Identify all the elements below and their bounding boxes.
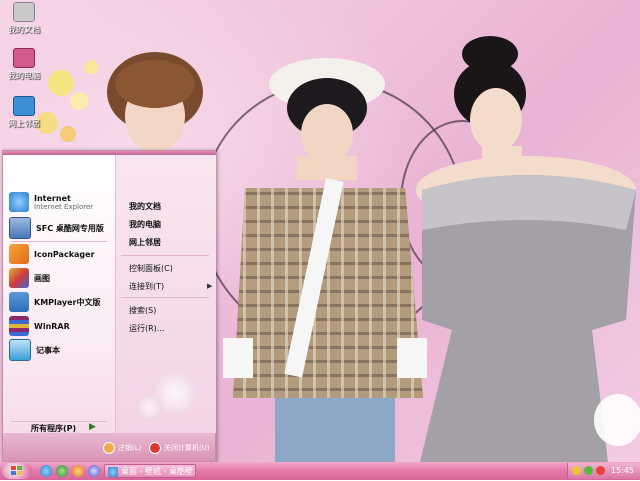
- right-item-search[interactable]: 搜索(S): [129, 305, 156, 316]
- taskbar-item-label: 桌面 - 壁纸 - 桌酷壁...: [121, 467, 196, 476]
- desktop-icon-label: 我的文档: [8, 25, 40, 34]
- right-item-my-computer[interactable]: 我的电脑: [129, 219, 161, 230]
- menu-separator: [121, 297, 209, 298]
- program-title: WinRAR: [34, 321, 70, 331]
- woman-middle-figure: [223, 58, 427, 462]
- quicklaunch-media-icon[interactable]: [72, 465, 84, 477]
- system-tray: 15:45: [567, 463, 640, 479]
- iconpackager-icon: [9, 244, 29, 264]
- program-winrar[interactable]: WinRAR: [9, 315, 113, 337]
- quicklaunch-show-desktop-icon[interactable]: [56, 465, 68, 477]
- taskbar-item-browser[interactable]: 桌面 - 壁纸 - 桌酷壁...: [104, 464, 196, 478]
- menu-separator: [121, 255, 209, 256]
- right-item-network-places[interactable]: 网上邻居: [129, 237, 161, 248]
- shutdown-label: 关闭计算机(U): [164, 444, 210, 452]
- taskbar: 桌面 - 壁纸 - 桌酷壁... 15:45: [0, 462, 640, 480]
- flower-decoration: [70, 92, 88, 110]
- desktop-icon-my-computer[interactable]: 我的电脑: [4, 48, 44, 81]
- woman-right-figure: [416, 36, 640, 462]
- flower-decoration: [135, 395, 163, 419]
- qq-tray-icon[interactable]: [572, 466, 581, 475]
- program-title: SFC 桌酷网专用版: [36, 223, 104, 233]
- program-title: 画图: [34, 273, 50, 283]
- paint-icon: [9, 268, 29, 288]
- desktop-icon-network-places[interactable]: 网上邻居: [4, 96, 44, 129]
- program-title: IconPackager: [34, 249, 95, 259]
- clock: 15:45: [610, 466, 634, 475]
- quicklaunch-ie-icon[interactable]: [40, 465, 52, 477]
- right-item-control-panel[interactable]: 控制面板(C): [129, 263, 173, 274]
- quicklaunch-player-icon[interactable]: [88, 465, 100, 477]
- program-title: 记事本: [36, 345, 60, 355]
- logoff-label: 注销(L): [118, 444, 142, 452]
- right-item-my-documents[interactable]: 我的文档: [129, 201, 161, 212]
- arrow-right-icon: ▶: [89, 422, 96, 432]
- right-item-run[interactable]: 运行(R)...: [129, 323, 164, 334]
- logoff-icon: [103, 442, 115, 454]
- menu-separator: [11, 241, 107, 242]
- right-item-connect-to[interactable]: 连接到(T): [129, 281, 164, 292]
- power-icon: [149, 442, 161, 454]
- network-tray-icon[interactable]: [584, 466, 593, 475]
- desktop-icon-label: 我的电脑: [8, 71, 40, 80]
- start-menu: Internet Internet Explorer SFC 桌酷网专用版 Ic…: [2, 150, 216, 462]
- start-menu-footer: 注销(L) 关闭计算机(U): [3, 433, 215, 461]
- network-places-icon: [13, 96, 35, 116]
- winrar-icon: [9, 316, 29, 336]
- program-sfc[interactable]: SFC 桌酷网专用版: [9, 217, 113, 239]
- program-title: KMPlayer中文版: [34, 297, 101, 307]
- volume-tray-icon[interactable]: [596, 466, 605, 475]
- sfc-icon: [9, 217, 31, 239]
- shutdown-button[interactable]: 关闭计算机(U): [149, 442, 210, 454]
- program-internet-explorer[interactable]: Internet Internet Explorer: [9, 191, 113, 213]
- logoff-button[interactable]: 注销(L): [103, 442, 141, 454]
- start-button[interactable]: [2, 463, 32, 479]
- program-kmplayer[interactable]: KMPlayer中文版: [9, 291, 113, 313]
- flower-decoration: [48, 70, 74, 96]
- my-computer-icon: [13, 48, 35, 68]
- desktop-icon-label: 网上邻居: [8, 119, 40, 128]
- desktop-icon-my-documents[interactable]: 我的文档: [4, 2, 44, 35]
- kmplayer-icon: [9, 292, 29, 312]
- program-paint[interactable]: 画图: [9, 267, 113, 289]
- program-iconpackager[interactable]: IconPackager: [9, 243, 113, 265]
- program-title: Internet: [34, 193, 71, 203]
- windows-logo-icon: [11, 466, 22, 475]
- flower-decoration: [60, 126, 76, 142]
- submenu-arrow-icon: ▶: [207, 282, 213, 290]
- program-notepad[interactable]: 记事本: [9, 339, 113, 361]
- program-subtitle: Internet Explorer: [34, 202, 94, 211]
- internet-explorer-icon: [9, 192, 29, 212]
- my-documents-icon: [13, 2, 35, 22]
- ie-task-icon: [108, 467, 118, 477]
- start-menu-left-pane: Internet Internet Explorer SFC 桌酷网专用版 Ic…: [3, 155, 115, 433]
- notepad-icon: [9, 339, 31, 361]
